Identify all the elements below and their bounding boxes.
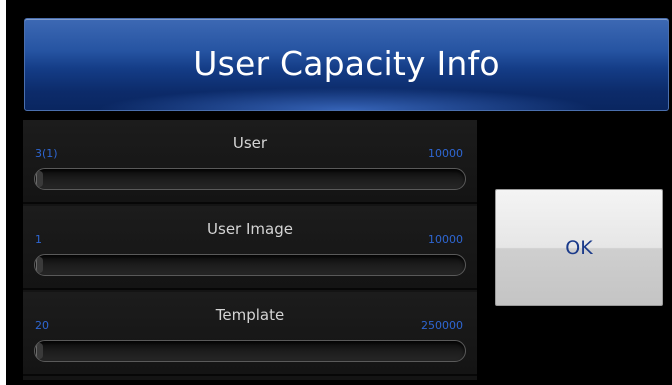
capacity-screen: User Capacity Info User 3(1) 10000 User … [6,0,672,385]
capacity-bar-fill [36,171,43,187]
row-label: Template [215,306,285,324]
row-current-value: 3(1) [35,147,58,160]
capacity-panel: User 3(1) 10000 User Image 1 10000 Templ… [23,120,477,380]
row-label: User [232,134,268,152]
row-max-value: 10000 [428,147,463,160]
dialog-title: User Capacity Info [193,44,500,83]
ok-button[interactable]: OK [495,189,663,306]
capacity-bar-fill [36,343,43,359]
row-max-value: 10000 [428,233,463,246]
capacity-bar [34,168,466,190]
capacity-bar [34,340,466,362]
row-current-value: 20 [35,319,49,332]
capacity-row-template: Template 20 250000 [23,292,477,376]
capacity-row-user: User 3(1) 10000 [23,120,477,204]
capacity-row-user-image: User Image 1 10000 [23,206,477,290]
row-max-value: 250000 [421,319,463,332]
capacity-bar [34,254,466,276]
capacity-bar-fill [36,257,43,273]
row-label: User Image [207,220,293,238]
title-bar: User Capacity Info [24,18,669,111]
row-current-value: 1 [35,233,42,246]
